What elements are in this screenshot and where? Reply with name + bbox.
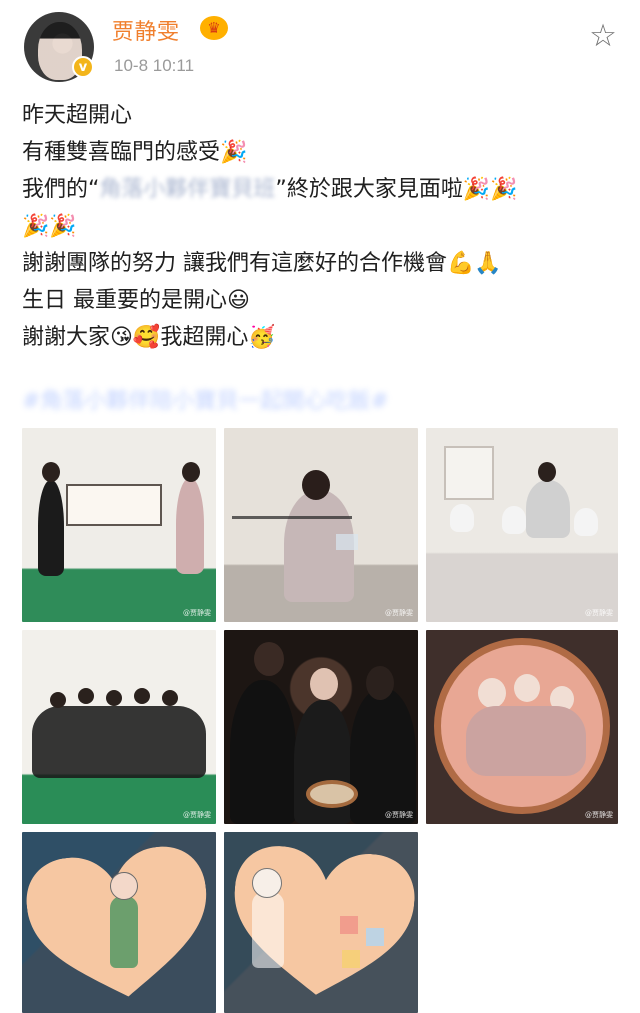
post-line: 謝謝團隊的努力 讓我們有這麼好的合作機會💪🙏 bbox=[22, 246, 618, 283]
post-line-text: 🎉🎉 bbox=[22, 214, 77, 239]
photo-watermark: @贾静雯 bbox=[585, 811, 613, 819]
post-line-text: 我們的“ bbox=[22, 177, 100, 202]
post-line-text: 昨天超開心 bbox=[22, 103, 133, 128]
post-timestamp: 10-8 10:11 bbox=[114, 56, 195, 75]
photo-watermark: @贾静雯 bbox=[585, 609, 613, 617]
photo-watermark: @贾静雯 bbox=[183, 609, 211, 617]
post-line: 昨天超開心 bbox=[22, 98, 618, 135]
post-header: v 贾静雯 ♛ 10-8 10:11 ☆ bbox=[0, 0, 640, 90]
photo-tile[interactable]: @贾静雯 bbox=[224, 630, 418, 824]
post-line: 謝謝大家😘🥰我超開心🥳 bbox=[22, 320, 618, 357]
post-line: 我們的“角落小夥伴寶貝班”終於跟大家見面啦🎉🎉 bbox=[22, 172, 618, 209]
photo-tile[interactable]: @贾静雯 bbox=[224, 428, 418, 622]
photo-tile[interactable]: @贾静雯 bbox=[22, 630, 216, 824]
photo-watermark: @贾静雯 bbox=[385, 609, 413, 617]
post-line-text: 生日 最重要的是開心😃 bbox=[22, 288, 250, 313]
post-line-text: 謝謝大家😘🥰我超開心🥳 bbox=[22, 325, 276, 350]
photo-watermark: @贾静雯 bbox=[183, 811, 211, 819]
post-line: 生日 最重要的是開心😃 bbox=[22, 283, 618, 320]
photo-tile[interactable]: @贾静雯 bbox=[426, 428, 618, 622]
photo-tile[interactable]: @贾静雯 bbox=[22, 428, 216, 622]
star-icon[interactable]: ☆ bbox=[586, 18, 620, 52]
username[interactable]: 贾静雯 bbox=[112, 14, 180, 46]
photo-watermark: @贾静雯 bbox=[385, 811, 413, 819]
post-line-text: ”終於跟大家見面啦🎉🎉 bbox=[275, 177, 518, 202]
post-text: 昨天超開心 有種雙喜臨門的感受🎉 我們的“角落小夥伴寶貝班”終於跟大家見面啦🎉🎉… bbox=[22, 98, 618, 357]
verified-icon: v bbox=[72, 56, 94, 78]
blurred-product-name: 角落小夥伴寶貝班 bbox=[99, 177, 276, 202]
crown-icon: ♛ bbox=[200, 16, 228, 40]
post-line: 🎉🎉 bbox=[22, 209, 618, 246]
hashtag-link[interactable]: #角落小夥伴陪小寶貝一起開心吃飯# bbox=[22, 388, 482, 416]
photo-tile[interactable]: @贾静雯 bbox=[426, 630, 618, 824]
photo-tile[interactable] bbox=[22, 832, 216, 1013]
photo-grid: @贾静雯 @贾静雯 @贾静雯 @贾静雯 @贾静雯 @贾静雯 bbox=[22, 428, 618, 1013]
post-line-text: 謝謝團隊的努力 讓我們有這麼好的合作機會💪🙏 bbox=[22, 251, 502, 276]
post-line: 有種雙喜臨門的感受🎉 bbox=[22, 135, 618, 172]
post-line-text: 有種雙喜臨門的感受🎉 bbox=[22, 140, 248, 165]
photo-tile[interactable] bbox=[224, 832, 418, 1013]
